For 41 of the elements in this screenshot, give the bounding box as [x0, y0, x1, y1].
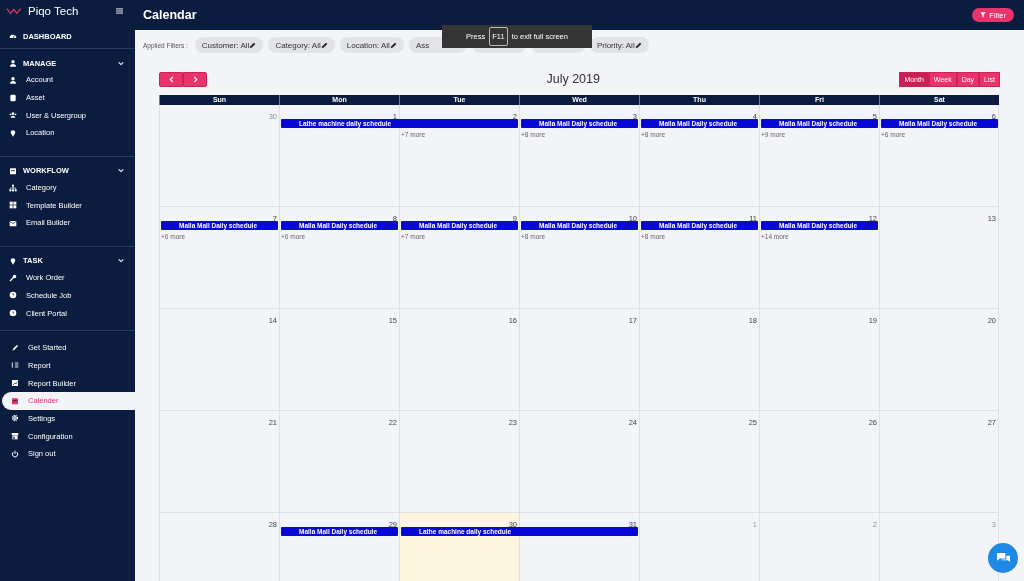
- people-icon: [9, 111, 17, 120]
- chevron-right-icon: [192, 75, 198, 83]
- pin-icon: [9, 128, 17, 137]
- grid-icon: [9, 201, 17, 210]
- pencil-icon: [634, 41, 642, 49]
- chat-button[interactable]: [988, 543, 1018, 573]
- pencil-icon: [249, 41, 257, 49]
- power-icon: [11, 449, 19, 458]
- wrench-icon: [9, 273, 17, 282]
- brand-name: Piqo Tech: [28, 5, 80, 17]
- calendar-icon: [11, 396, 19, 405]
- hierarchy-icon: [9, 183, 17, 192]
- previous-button[interactable]: [159, 71, 183, 87]
- chevron-icon[interactable]: [118, 168, 124, 174]
- gear-icon: [11, 414, 19, 423]
- pencil-icon: [320, 41, 328, 49]
- chevron-icon[interactable]: [118, 60, 124, 66]
- list-icon: [11, 361, 19, 370]
- month-title: July 2019: [546, 72, 600, 86]
- clock-icon: [9, 291, 17, 300]
- filter-chip[interactable]: Priority: All: [589, 37, 649, 53]
- filter-icon: [980, 12, 987, 18]
- chevron-left-icon: [168, 75, 174, 83]
- filter-chip[interactable]: Customer: All: [194, 37, 264, 53]
- gauge-icon: [9, 32, 17, 40]
- database-icon: [9, 93, 17, 102]
- store-icon: [11, 432, 19, 441]
- filter-chip[interactable]: Category: All: [268, 37, 335, 53]
- clock-icon: [9, 309, 17, 318]
- envelope-icon: [9, 218, 17, 227]
- person-icon: [9, 59, 17, 67]
- chevron-icon[interactable]: [118, 258, 124, 264]
- person-icon: [9, 75, 17, 84]
- filter-chip[interactable]: Location: All: [339, 37, 404, 53]
- page-title: Calendar: [143, 8, 197, 22]
- pin-icon: [9, 256, 17, 265]
- calendar-icon: [9, 166, 17, 175]
- chart-icon: [11, 379, 19, 388]
- next-button[interactable]: [183, 71, 207, 87]
- logo-icon: [6, 7, 23, 15]
- pencil-icon: [389, 41, 397, 49]
